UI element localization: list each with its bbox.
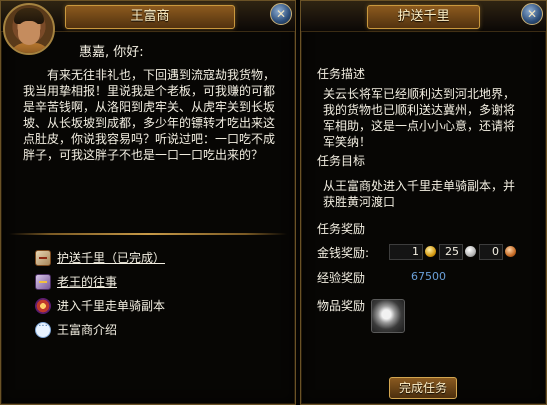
option-escort-quest[interactable]: 护送千里（已完成）	[35, 247, 165, 269]
quest-description-label: 任务描述	[317, 67, 366, 81]
silver-coin-icon	[465, 246, 476, 257]
quest-panel-titlebar[interactable]: 护送千里 ✕	[301, 1, 546, 32]
npc-dialog-close-button[interactable]: ✕	[270, 3, 292, 25]
copper-amount: 0	[479, 244, 503, 260]
dialog-options-list: 护送千里（已完成） 老王的往事 进入千里走单骑副本 王富商介绍	[35, 247, 165, 343]
quest-description-text: 关云长将军已经顺利达到河北地界，我的货物也已顺利送达冀州，多谢将军相助，这是一点…	[323, 87, 516, 149]
gold-coin-icon	[425, 246, 436, 257]
npc-name-title: 王富商	[65, 5, 235, 29]
option-enter-dungeon[interactable]: 进入千里走单骑副本	[35, 295, 165, 317]
option-label: 进入千里走单骑副本	[57, 299, 166, 313]
dialog-greeting: 惠嘉, 你好:	[79, 45, 144, 60]
dialog-divider	[9, 233, 287, 235]
exp-reward-label: 经验奖励	[317, 271, 366, 285]
quest-scroll-icon	[35, 274, 51, 290]
chat-bubble-icon	[35, 319, 51, 338]
silver-amount: 25	[439, 244, 463, 260]
quest-objective-text: 从王富商处进入千里走单骑副本，并获胜黄河渡口	[323, 179, 516, 209]
gold-amount: 1	[389, 244, 423, 260]
close-icon: ✕	[275, 7, 287, 21]
item-reward-label: 物品奖励	[317, 299, 366, 313]
quest-panel-close-button[interactable]: ✕	[521, 3, 543, 25]
complete-quest-button[interactable]: 完成任务	[389, 377, 457, 399]
option-label: 护送千里（已完成）	[57, 251, 166, 265]
npc-dialog-panel: 王富商 ✕ 惠嘉, 你好: 有来无往非礼也，下回遇到流寇劫我货物，我当用挚相报！…	[0, 0, 296, 405]
exp-reward-value: 67500	[411, 270, 446, 283]
quest-rewards-label: 任务奖励	[317, 222, 366, 236]
quest-title: 护送千里	[367, 5, 480, 29]
quest-detail-panel: 护送千里 ✕ 任务描述 关云长将军已经顺利达到河北地界，我的货物也已顺利送达冀州…	[300, 0, 547, 405]
copper-coin-icon	[505, 246, 516, 257]
quest-scroll-icon	[35, 250, 51, 266]
teleport-icon	[35, 298, 51, 314]
close-icon: ✕	[526, 7, 538, 21]
dialog-text: 有来无往非礼也，下回遇到流寇劫我货物，我当用挚相报！里说我是个老板，可我赚的可都…	[23, 68, 276, 162]
money-reward-label: 金钱奖励:	[317, 246, 370, 260]
option-old-wang-story[interactable]: 老王的往事	[35, 271, 165, 293]
option-npc-intro[interactable]: 王富商介绍	[35, 319, 165, 341]
quest-objective-label: 任务目标	[317, 154, 366, 168]
silver-ore-icon[interactable]	[371, 299, 405, 333]
npc-portrait-avatar	[3, 3, 55, 55]
